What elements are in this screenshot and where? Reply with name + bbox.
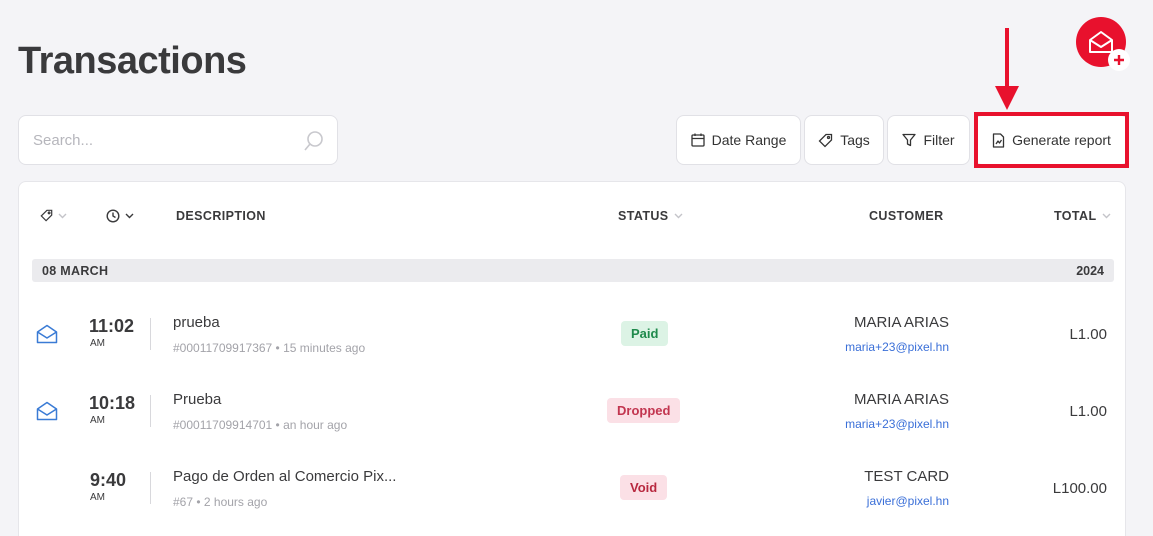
status-badge: Paid: [621, 321, 669, 346]
total-header-label: TOTAL: [1054, 209, 1097, 223]
table-row[interactable]: 10:18 AM Prueba #00011709914701 • an hou…: [19, 377, 1125, 447]
status-badge: Dropped: [607, 398, 681, 423]
row-customer: MARIA ARIAS: [853, 314, 949, 331]
search-icon[interactable]: [303, 130, 325, 152]
row-divider: [150, 318, 151, 350]
clock-icon: [106, 209, 120, 223]
row-customer: TEST CARD: [864, 468, 949, 485]
chevron-down-icon: [674, 213, 683, 219]
new-message-button[interactable]: [1076, 17, 1130, 71]
plus-icon: [1108, 49, 1130, 71]
status-header-label: STATUS: [618, 209, 669, 223]
date-range-button[interactable]: Date Range: [676, 115, 801, 165]
status-badge: Void: [620, 475, 668, 500]
tag-column-header[interactable]: [40, 209, 67, 222]
row-ampm: AM: [90, 415, 105, 426]
time-column-header[interactable]: [106, 209, 134, 223]
chevron-down-icon: [125, 213, 134, 219]
envelope-icon: [36, 401, 58, 421]
tag-icon: [40, 209, 53, 222]
table-row[interactable]: 9:40 AM Pago de Orden al Comercio Pix...…: [19, 454, 1125, 524]
table-row[interactable]: 11:02 AM prueba #00011709917367 • 15 min…: [19, 300, 1125, 370]
row-ampm: AM: [90, 338, 105, 349]
row-total: L1.00: [1069, 326, 1107, 343]
row-email[interactable]: maria+23@pixel.hn: [845, 340, 949, 354]
group-year: 2024: [1076, 264, 1104, 278]
filter-icon: [902, 133, 917, 147]
status-column-header[interactable]: STATUS: [618, 209, 683, 223]
description-column-header: DESCRIPTION: [176, 209, 266, 223]
group-date: 08 MARCH: [42, 264, 109, 278]
row-title: prueba: [173, 314, 220, 331]
chevron-down-icon: [1102, 213, 1111, 219]
search-input[interactable]: [33, 116, 303, 164]
date-range-label: Date Range: [711, 132, 787, 148]
chevron-down-icon: [58, 213, 67, 218]
customer-column-header: CUSTOMER: [869, 209, 944, 223]
row-subtitle: #00011709914701 • an hour ago: [173, 418, 348, 432]
tags-button[interactable]: Tags: [804, 115, 884, 165]
generate-report-label: Generate report: [1012, 132, 1111, 148]
description-header-label: DESCRIPTION: [176, 209, 266, 223]
total-column-header[interactable]: TOTAL: [1054, 209, 1111, 223]
row-divider: [150, 472, 151, 504]
date-group-header: 08 MARCH 2024: [32, 259, 1114, 282]
row-email[interactable]: maria+23@pixel.hn: [845, 417, 949, 431]
report-icon: [992, 132, 1005, 148]
row-customer: MARIA ARIAS: [853, 391, 949, 408]
row-time: 11:02: [89, 316, 135, 336]
transactions-table: DESCRIPTION STATUS CUSTOMER TOTAL 08 MAR…: [18, 181, 1126, 536]
calendar-icon: [690, 133, 705, 147]
row-email[interactable]: javier@pixel.hn: [867, 494, 949, 508]
row-ampm: AM: [90, 492, 105, 503]
generate-report-button[interactable]: Generate report: [974, 115, 1129, 165]
row-subtitle: #00011709917367 • 15 minutes ago: [173, 341, 366, 355]
tag-icon: [818, 133, 833, 147]
row-title: Prueba: [173, 391, 222, 408]
search-box: [18, 115, 338, 165]
open-envelope-icon: [1089, 31, 1113, 53]
page-title: Transactions: [18, 40, 247, 82]
row-subtitle: #67 • 2 hours ago: [173, 495, 268, 509]
row-time: 10:18: [89, 393, 136, 413]
filter-label: Filter: [923, 132, 955, 148]
envelope-icon: [36, 324, 58, 344]
row-title: Pago de Orden al Comercio Pix...: [173, 468, 397, 485]
row-total: L1.00: [1069, 403, 1107, 420]
tags-label: Tags: [840, 132, 870, 148]
filter-button[interactable]: Filter: [887, 115, 970, 165]
row-divider: [150, 395, 151, 427]
row-time: 9:40: [90, 470, 127, 490]
annotation-arrow: [995, 28, 1019, 110]
customer-header-label: CUSTOMER: [869, 209, 944, 223]
row-total: L100.00: [1052, 480, 1107, 497]
